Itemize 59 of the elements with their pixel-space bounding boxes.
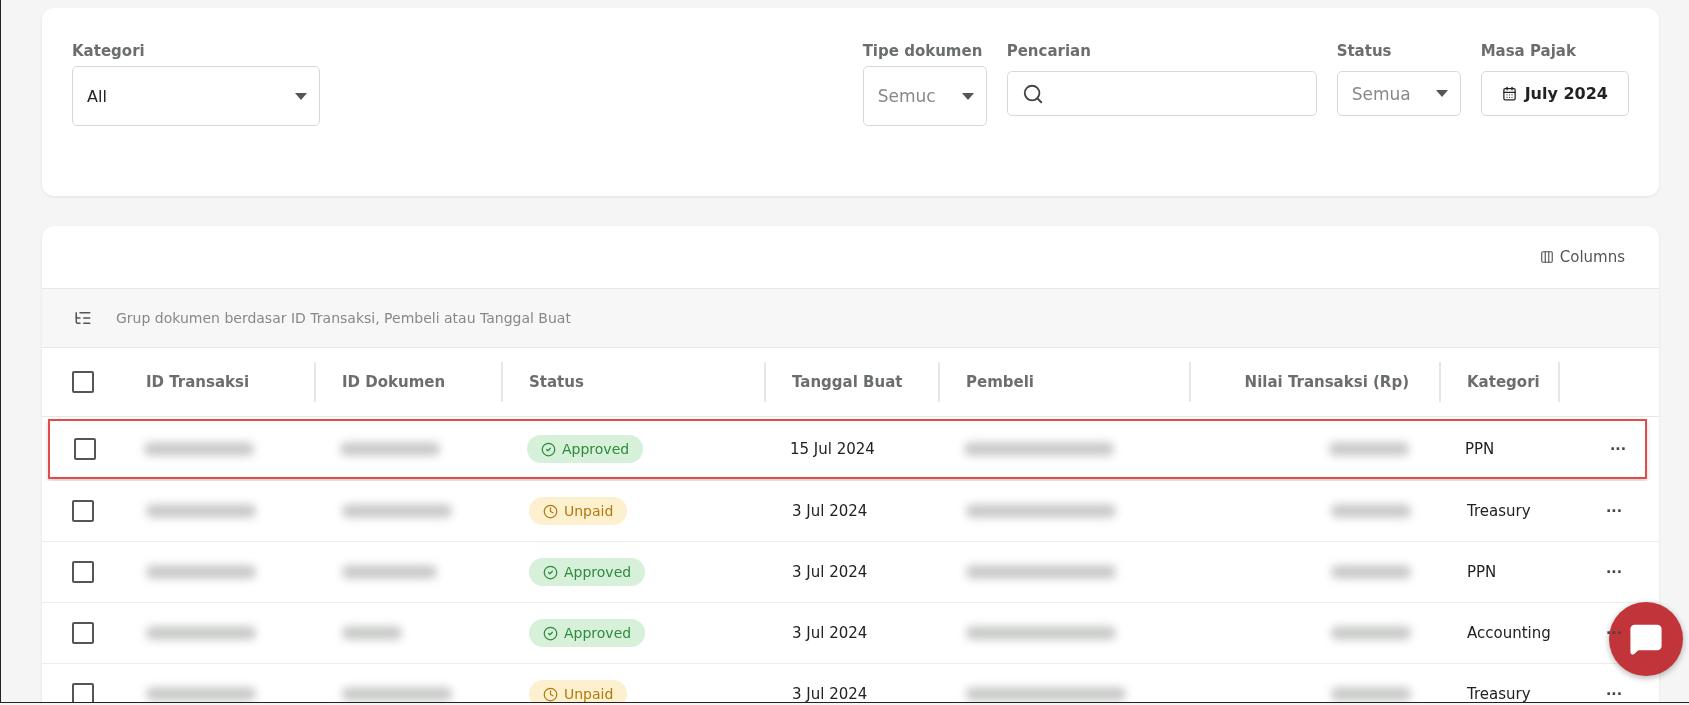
more-actions-button[interactable]: ··· — [1606, 503, 1622, 519]
filter-label: Pencarian — [1006, 42, 1092, 60]
row-checkbox[interactable] — [72, 683, 94, 702]
row-checkbox[interactable] — [72, 500, 94, 522]
date-text: 15 Jul 2024 — [790, 440, 875, 458]
search-field[interactable] — [1006, 71, 1317, 116]
filter-label: Masa Pajak — [1480, 42, 1577, 60]
category-text: PPN — [1465, 440, 1495, 458]
date-picker-button[interactable]: July 2024 — [1480, 71, 1629, 116]
select-field[interactable]: Semuc — [862, 66, 987, 126]
date-text: 3 Jul 2024 — [792, 563, 868, 581]
status-icon — [543, 686, 558, 702]
more-actions-button[interactable]: ··· — [1606, 564, 1622, 580]
status-badge: Unpaid — [529, 497, 628, 525]
calendar-icon — [1501, 86, 1517, 101]
category-text: PPN — [1467, 563, 1497, 581]
status-icon — [543, 625, 558, 641]
category-text: Treasury — [1467, 685, 1531, 702]
list-indent-icon — [74, 309, 92, 327]
more-actions-button[interactable]: ··· — [1606, 686, 1622, 702]
status-icon — [543, 503, 558, 519]
caret-icon — [295, 92, 307, 100]
columns-icon — [1539, 250, 1554, 264]
select-all-checkbox[interactable] — [72, 371, 94, 393]
columns-button[interactable]: Columns — [1533, 247, 1631, 267]
category-text: Treasury — [1467, 502, 1531, 520]
column-header[interactable]: ID Dokumen — [342, 373, 446, 391]
column-header[interactable]: Nilai Transaksi (Rp) — [1244, 373, 1409, 391]
chat-button[interactable] — [1609, 602, 1683, 676]
row-checkbox[interactable] — [72, 561, 94, 583]
chat-icon — [1629, 622, 1663, 656]
status-badge: Unpaid — [529, 680, 628, 702]
column-header[interactable]: ID Transaksi — [146, 373, 250, 391]
caret-icon — [1435, 90, 1448, 97]
column-header[interactable]: Status — [529, 373, 584, 391]
category-text: Accounting — [1467, 624, 1551, 642]
select-field[interactable]: All — [72, 66, 320, 126]
row-checkbox[interactable] — [72, 622, 94, 644]
status-badge: Approved — [529, 619, 646, 647]
status-badge: Approved — [527, 435, 644, 463]
date-text: 3 Jul 2024 — [792, 685, 868, 702]
filter-label: Status — [1336, 42, 1393, 60]
row-checkbox[interactable] — [74, 438, 96, 460]
status-badge: Approved — [529, 558, 646, 586]
date-text: 3 Jul 2024 — [792, 624, 868, 642]
column-header[interactable]: Kategori — [1467, 373, 1540, 391]
column-header[interactable]: Tanggal Buat — [792, 373, 903, 391]
column-header[interactable]: Pembeli — [966, 373, 1034, 391]
filter-label: Kategori — [72, 42, 146, 60]
filter-label: Tipe dokumen — [862, 42, 984, 60]
redacted-text — [342, 626, 402, 640]
caret-icon — [961, 92, 974, 100]
search-icon — [1021, 82, 1044, 105]
select-field[interactable]: Semua — [1336, 71, 1461, 116]
status-icon — [543, 564, 558, 580]
status-icon — [541, 441, 556, 457]
group-hint-text: Grup dokumen berdasar ID Transaksi, Pembeli atau Tanggal Buat — [116, 310, 571, 326]
more-actions-button[interactable]: ··· — [1610, 441, 1626, 457]
date-text: 3 Jul 2024 — [792, 502, 868, 520]
